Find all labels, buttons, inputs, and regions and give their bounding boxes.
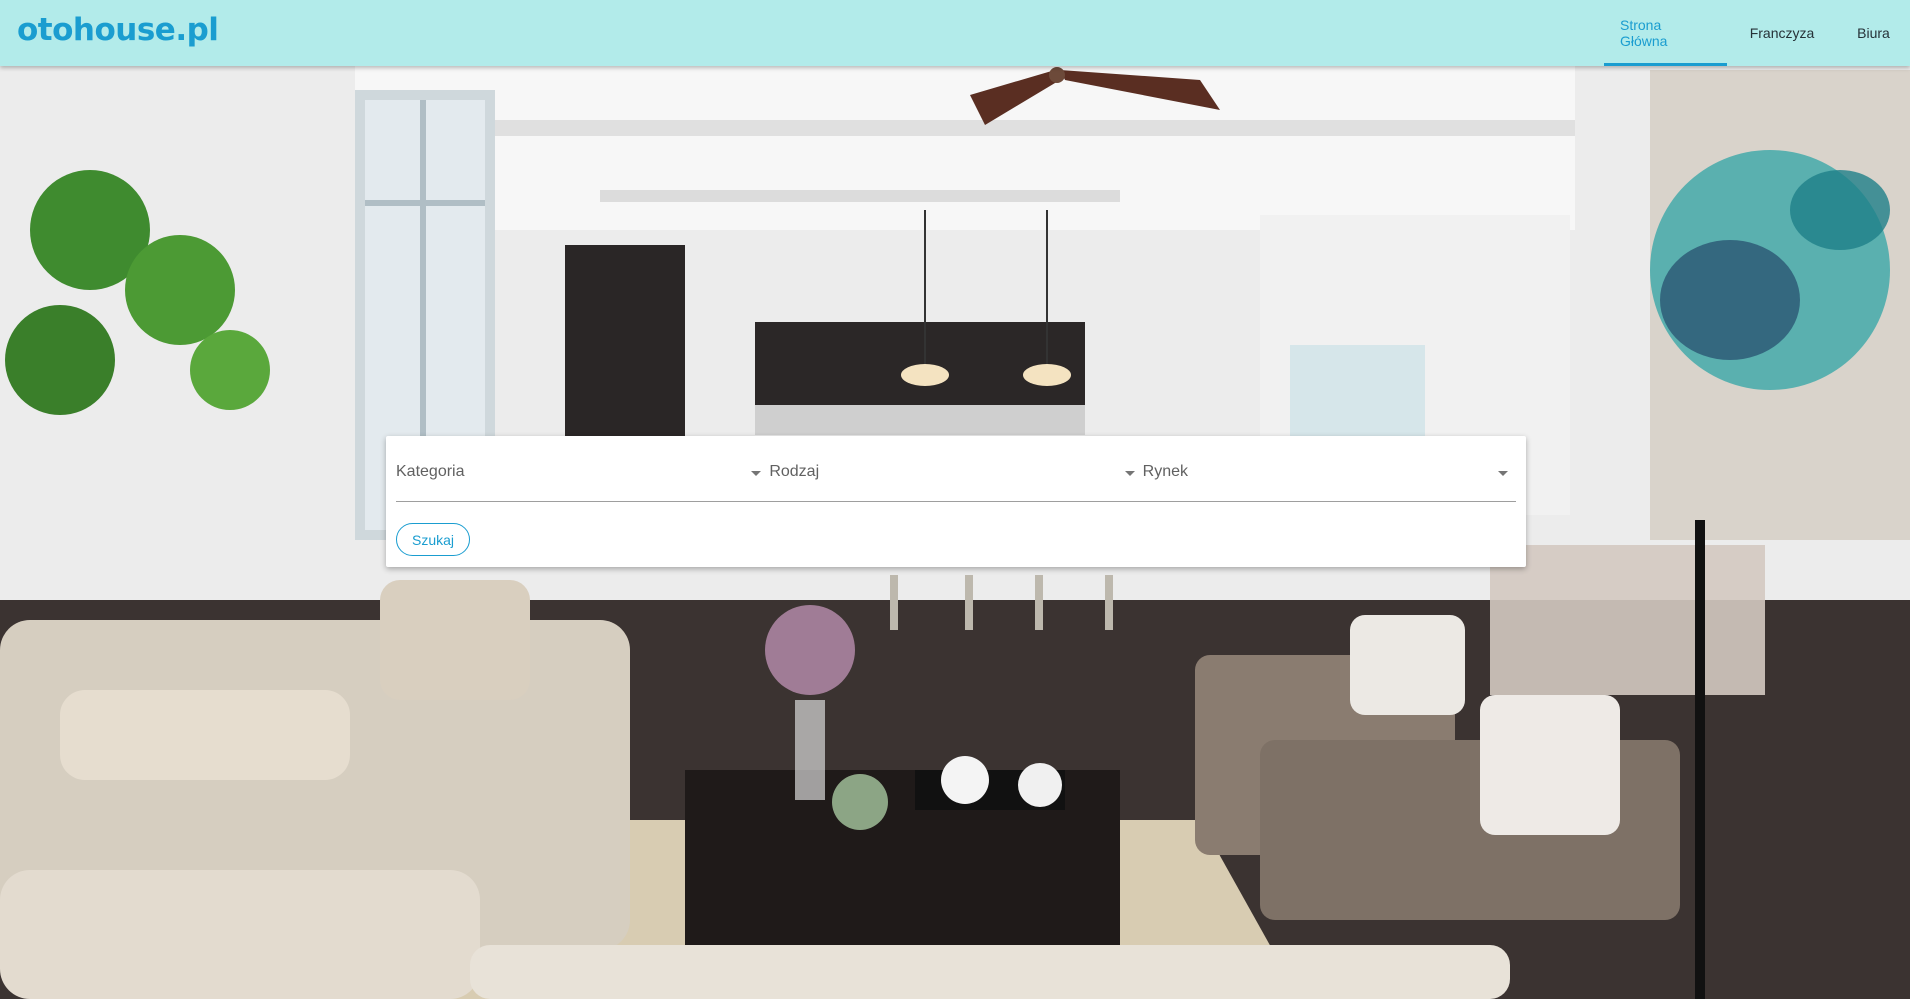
market-dropdown-arrow-icon[interactable] bbox=[1497, 471, 1508, 476]
category-select-label: Kategoria bbox=[396, 463, 465, 480]
nav-item-home[interactable]: Strona Główna bbox=[1604, 0, 1727, 66]
type-dropdown-arrow-icon[interactable] bbox=[1124, 471, 1135, 476]
top-app-bar: otohouse.pl Strona Główna Franczyza Biur… bbox=[0, 0, 1910, 66]
category-dropdown-arrow-icon[interactable] bbox=[751, 471, 762, 476]
page: otohouse.pl Strona Główna Franczyza Biur… bbox=[0, 0, 1910, 999]
market-select[interactable]: Rynek bbox=[1143, 436, 1516, 501]
category-select[interactable]: Kategoria bbox=[396, 436, 769, 501]
type-select[interactable]: Rodzaj bbox=[769, 436, 1142, 501]
site-logo[interactable]: otohouse.pl bbox=[17, 12, 219, 48]
nav-item-offices[interactable]: Biura bbox=[1837, 0, 1910, 66]
search-button[interactable]: Szukaj bbox=[396, 523, 470, 556]
market-select-label: Rynek bbox=[1142, 463, 1189, 480]
search-filters: Kategoria Rodzaj Rynek bbox=[396, 436, 1516, 502]
main-nav: Strona Główna Franczyza Biura bbox=[1604, 0, 1910, 66]
search-panel: Kategoria Rodzaj Rynek Szukaj bbox=[386, 436, 1526, 567]
type-select-label: Rodzaj bbox=[769, 463, 820, 480]
nav-item-franchise[interactable]: Franczyza bbox=[1727, 0, 1837, 66]
